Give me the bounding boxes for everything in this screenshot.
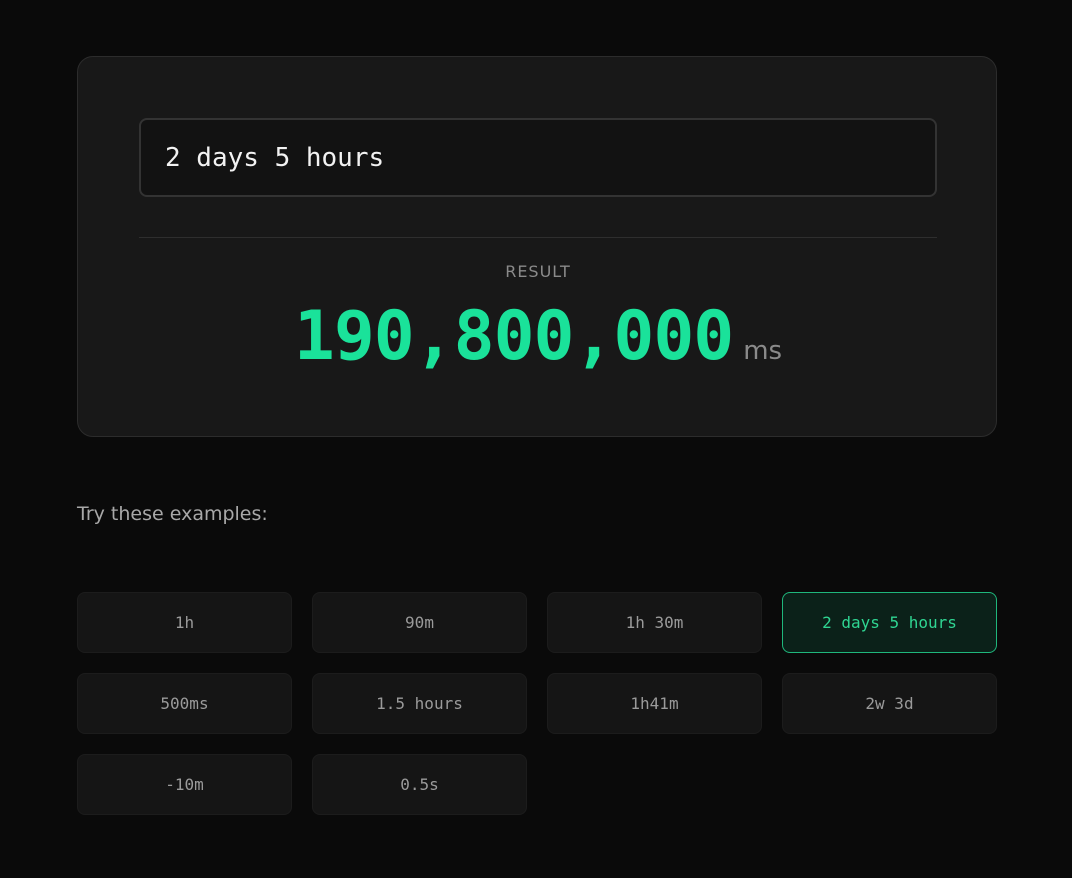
- example-button[interactable]: 1.5 hours: [312, 673, 527, 734]
- converter-card: RESULT 190,800,000 ms: [77, 56, 997, 437]
- result-value: 190,800,000: [293, 297, 734, 376]
- result-display: 190,800,000 ms: [78, 297, 998, 376]
- example-button[interactable]: 500ms: [77, 673, 292, 734]
- duration-input[interactable]: [139, 118, 937, 197]
- example-button[interactable]: 2 days 5 hours: [782, 592, 997, 653]
- examples-grid: 1h 90m 1h 30m 2 days 5 hours 500ms 1.5 h…: [77, 592, 997, 815]
- example-button[interactable]: 1h 30m: [547, 592, 762, 653]
- examples-heading: Try these examples:: [77, 503, 268, 525]
- example-button[interactable]: 1h: [77, 592, 292, 653]
- example-button[interactable]: 2w 3d: [782, 673, 997, 734]
- example-button[interactable]: -10m: [77, 754, 292, 815]
- example-button[interactable]: 0.5s: [312, 754, 527, 815]
- example-button[interactable]: 90m: [312, 592, 527, 653]
- result-unit: ms: [743, 336, 783, 366]
- example-button[interactable]: 1h41m: [547, 673, 762, 734]
- divider: [139, 237, 937, 238]
- result-label: RESULT: [505, 262, 571, 281]
